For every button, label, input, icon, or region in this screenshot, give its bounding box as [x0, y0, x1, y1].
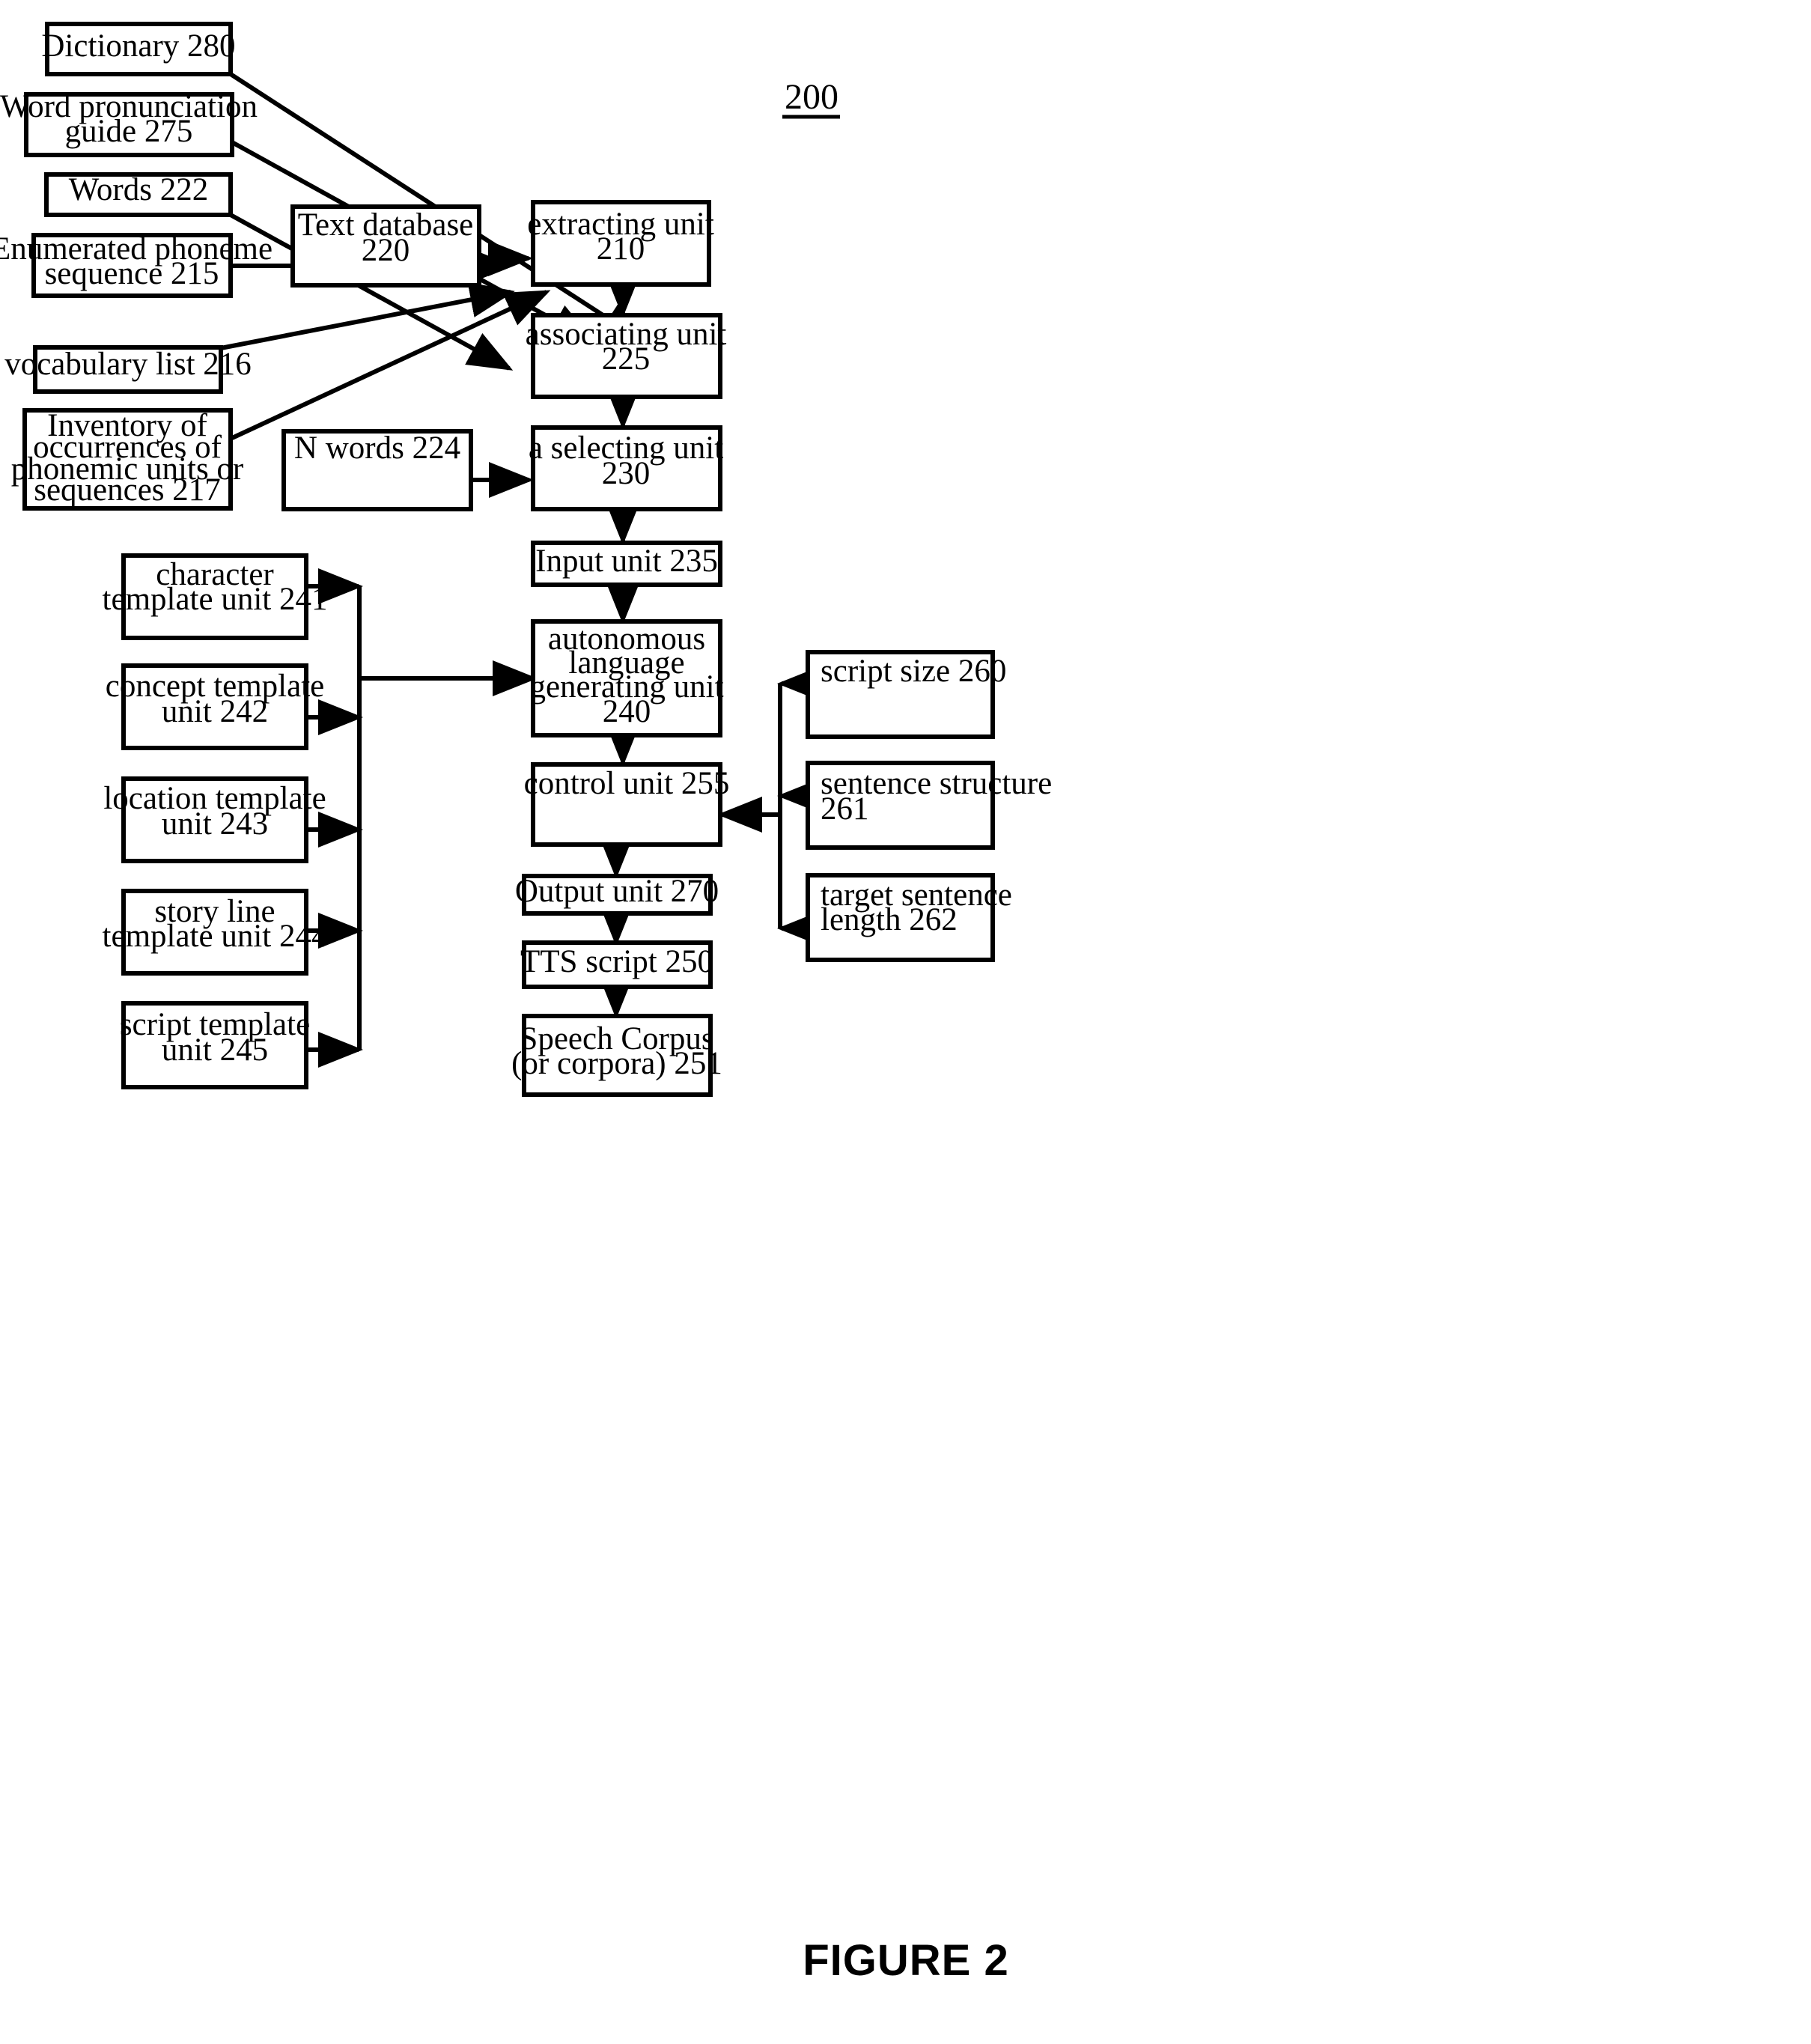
box-word-pronunciation-guide-275: Word pronunciation guide 275 [0, 89, 258, 157]
box-control-unit-255-label: control unit 255 [524, 766, 730, 801]
box-tts-script-250: TTS script 250 [520, 940, 713, 989]
box-location-template-unit-243-line2: unit 243 [162, 806, 268, 842]
patent-flow-diagram: Dictionary 280 Word pronunciation guide … [0, 22, 1052, 1985]
box-sentence-structure-261: sentence structure 261 [806, 761, 1052, 850]
box-dictionary-280: Dictionary 280 [41, 22, 236, 76]
box-sentence-structure-261-line2: 261 [821, 791, 869, 827]
box-word-pronunciation-guide-275-line2: guide 275 [65, 114, 193, 149]
box-text-database-220: Text database 220 [290, 204, 481, 288]
box-target-sentence-length-262: target sentence length 262 [806, 873, 1012, 962]
box-words-222-label: Words 222 [69, 172, 208, 207]
box-text-database-220-line2: 220 [362, 233, 410, 268]
box-script-template-unit-245-line2: unit 245 [162, 1032, 268, 1068]
box-speech-corpus-251: Speech Corpus (or corpora) 251 [511, 1014, 722, 1097]
box-associating-unit-225: associating unit 225 [526, 313, 726, 399]
box-concept-template-unit-242: concept template unit 242 [106, 663, 324, 750]
box-n-words-224-label: N words 224 [294, 431, 460, 466]
box-control-unit-255: control unit 255 [524, 762, 730, 847]
box-concept-template-unit-242-line2: unit 242 [162, 694, 268, 729]
box-vocabulary-list-216-label: vocabulary list 216 [4, 347, 252, 382]
box-output-unit-270-label: Output unit 270 [515, 874, 719, 909]
box-enumerated-phoneme-sequence-215-line2: sequence 215 [45, 256, 219, 291]
box-tts-script-250-label: TTS script 250 [520, 944, 713, 979]
box-script-size-260: script size 260 [806, 650, 1006, 739]
box-input-unit-235-label: Input unit 235 [535, 544, 718, 579]
system-reference-200-label: 200 [785, 77, 838, 117]
box-associating-unit-225-line2: 225 [602, 341, 651, 377]
box-character-template-unit-241-line2: template unit 241 [103, 582, 328, 617]
system-reference-200: 200 [782, 77, 840, 119]
figure-page: Dictionary 280 Word pronunciation guide … [0, 0, 1811, 2044]
connector-vocabulary-to-textdb [220, 282, 515, 350]
box-selecting-unit-230: a selecting unit 230 [529, 425, 723, 511]
box-words-222: Words 222 [44, 172, 233, 217]
box-character-template-unit-241: character template unit 241 [103, 553, 328, 640]
box-inventory-217: Inventory of occurrences of phonemic uni… [11, 408, 243, 511]
box-enumerated-phoneme-sequence-215: Enumerated phoneme sequence 215 [0, 231, 273, 298]
figure-caption: FIGURE 2 [803, 1936, 1009, 1985]
box-script-size-260-label: script size 260 [821, 654, 1006, 689]
box-autonomous-language-generating-unit-240: autonomous language generating unit 240 [529, 619, 724, 737]
box-n-words-224: N words 224 [281, 429, 473, 511]
box-vocabulary-list-216: vocabulary list 216 [4, 345, 252, 394]
box-story-line-template-unit-244: story line template unit 244 [103, 889, 328, 976]
box-output-unit-270: Output unit 270 [515, 874, 719, 916]
box-location-template-unit-243: location template unit 243 [103, 776, 326, 863]
box-autonomous-language-generating-unit-240-line4: 240 [603, 694, 651, 729]
box-input-unit-235: Input unit 235 [531, 541, 722, 587]
box-dictionary-280-label: Dictionary 280 [41, 28, 235, 64]
box-script-template-unit-245: script template unit 245 [120, 1001, 310, 1089]
box-speech-corpus-251-line2: (or corpora) 251 [511, 1046, 722, 1081]
box-selecting-unit-230-line2: 230 [602, 456, 651, 491]
box-target-sentence-length-262-line2: length 262 [821, 902, 958, 937]
box-extracting-unit-210: extracting unit 210 [527, 200, 714, 287]
box-story-line-template-unit-244-line2: template unit 244 [103, 919, 328, 954]
box-extracting-unit-210-line2: 210 [597, 231, 645, 267]
box-inventory-217-line4: sequences 217 [34, 472, 221, 508]
